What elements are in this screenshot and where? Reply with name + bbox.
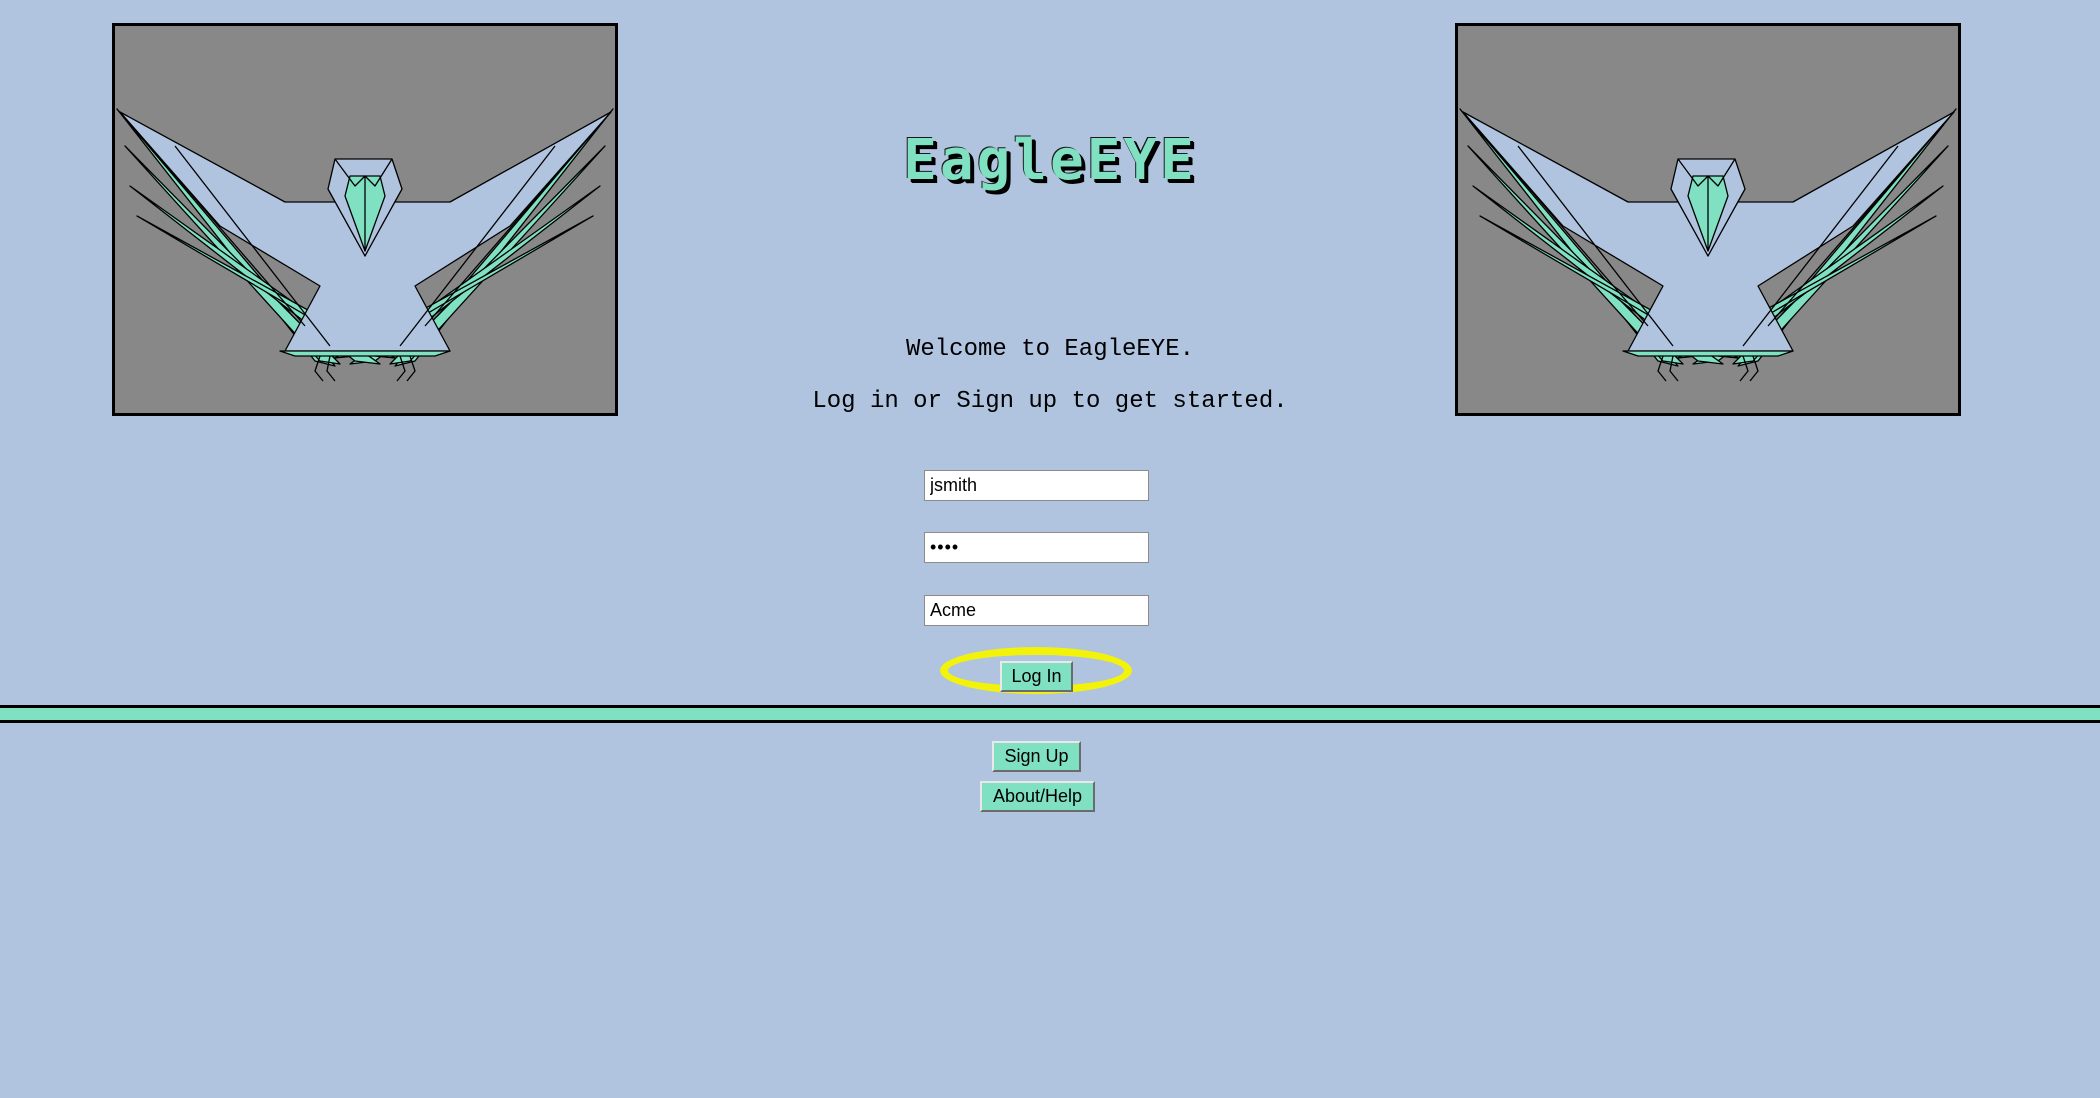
app-title: EagleEYE bbox=[903, 128, 1197, 193]
password-input[interactable] bbox=[924, 532, 1149, 563]
section-divider bbox=[0, 705, 2100, 723]
about-help-button[interactable]: About/Help bbox=[980, 781, 1095, 812]
login-page: EagleEYE Welcome to EagleEYE. Log in or … bbox=[0, 0, 2100, 1098]
organization-input[interactable] bbox=[924, 595, 1149, 626]
signup-button[interactable]: Sign Up bbox=[992, 741, 1081, 772]
welcome-instructions: Log in or Sign up to get started. bbox=[812, 388, 1288, 415]
username-input[interactable] bbox=[924, 470, 1149, 501]
welcome-message: Welcome to EagleEYE. bbox=[905, 336, 1195, 363]
login-button[interactable]: Log In bbox=[1000, 661, 1073, 692]
